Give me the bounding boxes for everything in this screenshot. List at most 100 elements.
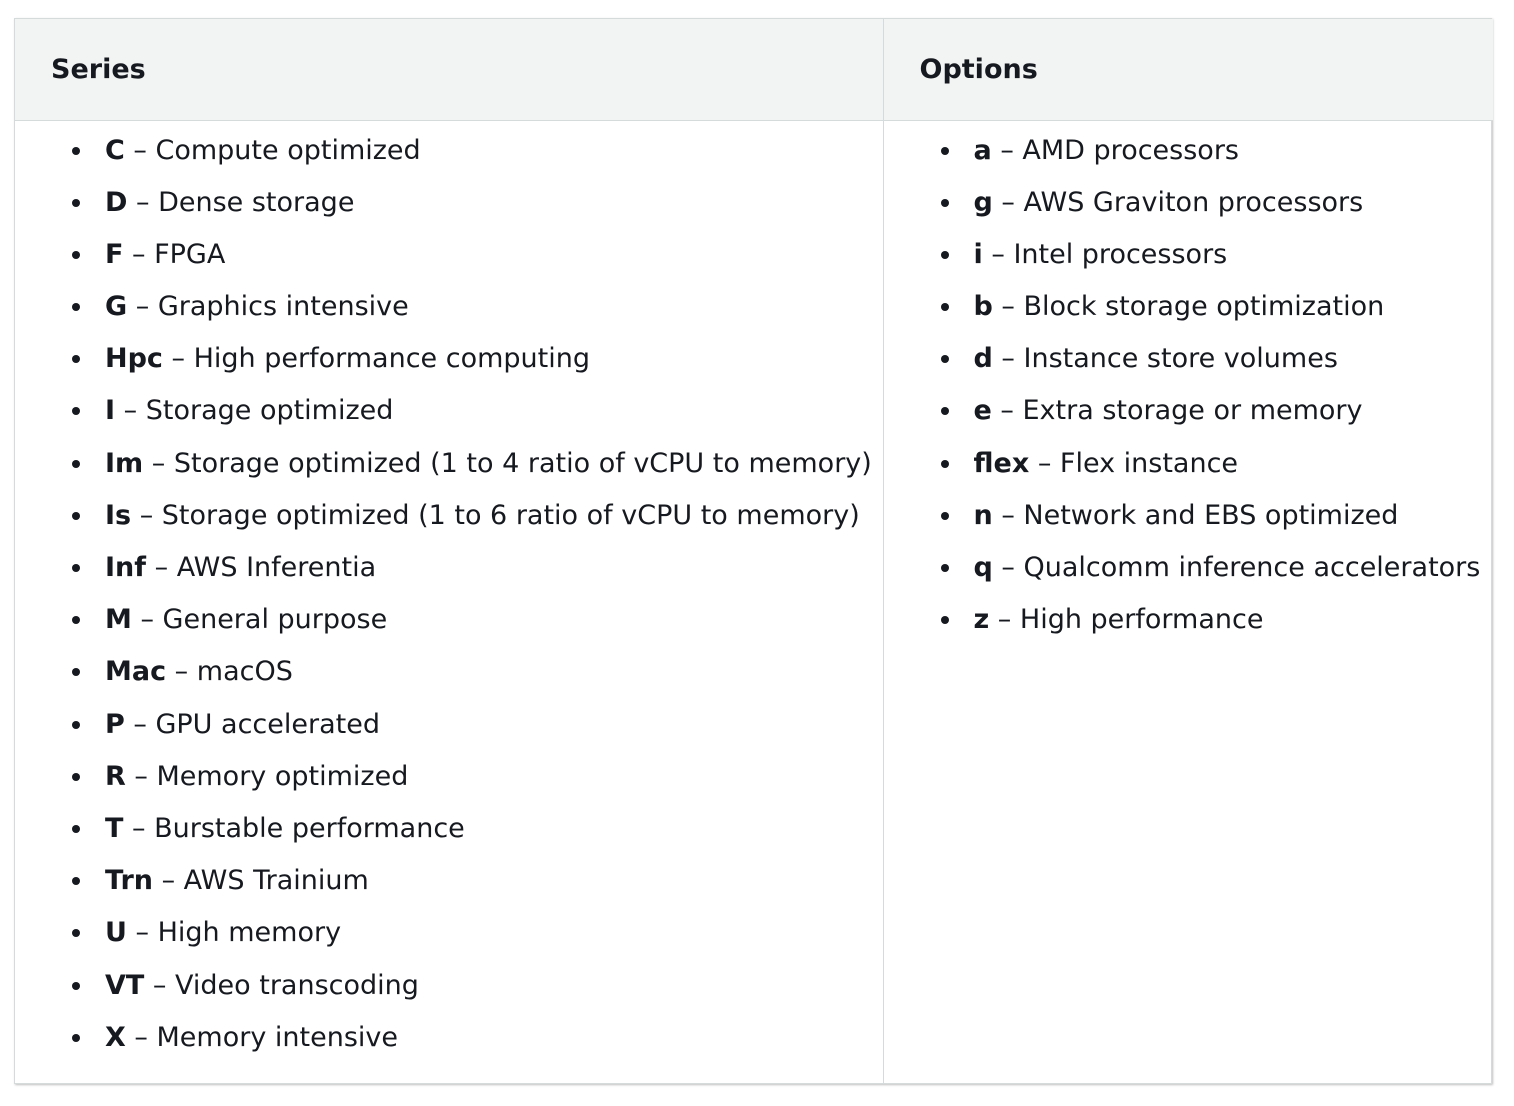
item-separator: – [992,186,1024,218]
item-code: I [105,395,116,427]
list-item: F – FPGA [15,235,883,287]
bullet-icon [72,1033,80,1042]
item-code: z [973,604,990,636]
item-code: Im [105,447,144,479]
list-item: U – High memory [15,913,883,965]
item-description: AMD processors [1022,134,1239,166]
bullet-icon [940,459,949,468]
item-separator: – [989,604,1020,636]
item-description: FPGA [154,238,226,270]
bullet-icon [72,250,80,259]
item-separator: – [131,499,162,531]
item-code: Hpc [105,343,163,375]
list-item: R – Memory optimized [15,757,883,809]
bullet-icon [72,981,80,990]
item-code: b [973,291,993,323]
bullet-icon [940,250,949,259]
bullet-icon [72,616,80,625]
item-code: i [973,238,983,270]
item-separator: – [992,552,1024,583]
list-item: i – Intel processors [884,235,1494,287]
list-item: Trn – AWS Trainium [15,861,883,913]
item-separator: – [992,343,1024,375]
item-description: GPU accelerated [155,708,380,740]
item-description: Burstable performance [154,812,465,844]
bullet-icon [940,511,949,520]
item-description: High performance computing [193,343,591,375]
item-description: AWS Graviton processors [1023,186,1364,218]
bullet-icon [72,303,80,312]
item-separator: – [992,291,1024,323]
item-code: Is [105,499,132,531]
bullet-icon [72,929,80,938]
list-item: C – Compute optimized [15,131,883,183]
bullet-icon [72,564,80,572]
list-item: d – Instance store volumes [884,339,1494,391]
item-description: Graphics intensive [157,291,409,323]
bullet-icon [72,407,80,416]
options-column-header: Options [883,19,1493,121]
item-separator: – [153,865,184,897]
item-code: R [105,760,126,792]
item-description: Intel processors [1013,238,1228,270]
bullet-icon [72,772,80,781]
list-item: X – Memory intensive [15,1018,883,1070]
bullet-icon [72,198,80,207]
list-item: G – Graphics intensive [15,287,883,339]
item-separator: – [115,395,146,427]
list-item: a – AMD processors [884,131,1494,183]
item-separator: – [127,291,158,323]
item-description: High memory [157,917,342,949]
list-item: D – Dense storage [15,183,883,235]
list-item: VT – Video transcoding [15,966,883,1018]
item-code: Inf [105,552,147,583]
item-separator: – [166,656,197,688]
item-description: Video transcoding [175,969,419,1001]
item-separator: – [124,708,156,740]
bullet-icon [72,668,80,677]
item-separator: – [991,134,1023,166]
bullet-icon [72,146,80,155]
list-item: Im – Storage optimized (1 to 4 ratio of … [15,444,883,496]
series-cell: C – Compute optimized D – Dense storage F … [15,120,884,1083]
item-description: Storage optimized [145,395,394,427]
item-separator: – [124,134,156,166]
item-code: n [973,499,993,531]
bullet-icon [72,877,80,886]
list-item: Inf – AWS Inferentia [15,548,883,600]
bullet-icon [72,511,80,520]
item-separator: – [146,552,177,583]
options-list: a – AMD processors g – AWS Graviton proce… [884,121,1494,653]
item-separator: – [125,760,157,792]
list-item: M – General purpose [15,600,883,652]
item-description: AWS Inferentia [176,552,377,583]
bullet-icon [940,407,949,416]
item-code: a [973,134,992,166]
bullet-icon [72,720,80,729]
item-separator: – [992,499,1024,531]
bullet-icon [940,616,949,625]
bullet-icon [72,355,80,364]
item-separator: – [131,604,163,636]
item-separator: – [123,238,155,270]
item-description: General purpose [162,604,388,636]
list-item: q – Qualcomm inference accelerators [884,548,1494,600]
list-item: z – High performance [884,600,1494,652]
item-description: Flex instance [1059,447,1239,479]
item-code: g [973,186,993,218]
item-description: macOS [196,656,293,688]
item-code: Trn [105,865,153,897]
item-description: Storage optimized (1 to 4 ratio of vCPU … [173,447,872,479]
item-separator: – [1029,447,1060,479]
item-description: AWS Trainium [183,865,369,897]
bullet-icon [940,564,949,572]
list-item: Is – Storage optimized (1 to 6 ratio of … [15,496,883,548]
list-item: T – Burstable performance [15,809,883,861]
item-code: C [105,134,125,166]
item-description: Storage optimized (1 to 6 ratio of vCPU … [161,499,860,531]
bullet-icon [940,198,949,207]
item-code: M [105,604,132,636]
item-description: Network and EBS optimized [1023,499,1399,531]
item-description: Block storage optimization [1023,291,1385,323]
item-separator: – [127,186,159,218]
